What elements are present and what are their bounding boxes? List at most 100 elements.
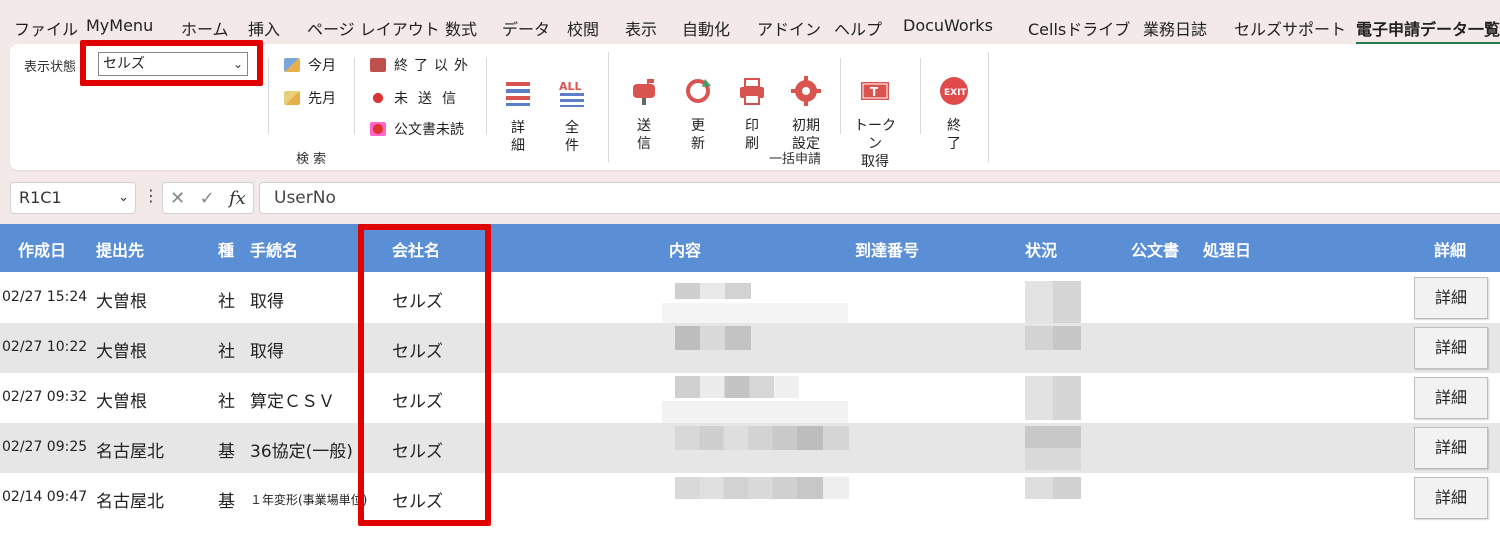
redacted-content <box>675 477 849 499</box>
menu-home[interactable]: ホーム <box>181 16 229 40</box>
redacted-status <box>1025 426 1081 470</box>
ribbon: 表示状態 セルズ ⌄ 今月 先月 終了以外 未送信 公文書未読 詳 細 ALL <box>10 40 1500 171</box>
settings-button[interactable]: 初期 設定 <box>782 58 830 153</box>
unsent-button[interactable]: 未送信 <box>370 88 466 108</box>
header-status: 状況 <box>1025 241 1058 260</box>
all-icon: ALL <box>559 80 584 107</box>
check-icon[interactable]: ✓ <box>200 188 215 209</box>
svg-text:T: T <box>870 85 879 99</box>
cell-procedure: １年変形(事業場単位) <box>250 493 368 507</box>
cancel-icon[interactable]: ✕ <box>170 188 185 209</box>
menu-cells-support[interactable]: セルズサポート <box>1234 16 1346 40</box>
all-button[interactable]: ALL 全 件 <box>548 60 596 155</box>
cell-date: 02/27 10:22 <box>2 339 88 355</box>
send-label: 送 信 <box>637 118 651 152</box>
last-month-button[interactable]: 先月 <box>284 88 336 108</box>
cell-destination: 大曽根 <box>96 292 147 312</box>
list-icon <box>506 82 530 106</box>
table-row[interactable]: 02/27 15:24 大曽根 社 取得 セルズ 詳細 <box>0 273 1500 323</box>
cell-procedure: 算定ＣＳＶ <box>250 392 335 412</box>
not-finished-label: 終了以外 <box>394 58 474 74</box>
redacted-content <box>675 376 799 398</box>
menu-cells-drive[interactable]: Cellsドライブ <box>1028 16 1130 40</box>
name-box[interactable]: R1C1 ⌄ <box>10 182 136 214</box>
redacted-status <box>1025 281 1081 323</box>
function-icon[interactable]: fx <box>229 188 246 209</box>
menu-data[interactable]: データ <box>502 16 550 40</box>
update-label: 更 新 <box>691 118 705 152</box>
cell-date: 02/27 15:24 <box>2 289 88 305</box>
all-label: 全 件 <box>565 120 579 154</box>
header-created-date: 作成日 <box>18 241 67 260</box>
exit-icon: EXIT <box>940 77 968 105</box>
chevron-down-icon: ⌄ <box>118 190 129 205</box>
redacted-status <box>1025 376 1081 420</box>
token-label: トークン 取得 <box>854 118 896 170</box>
cell-procedure: 取得 <box>250 342 284 362</box>
printer-icon <box>740 78 764 105</box>
header-procedure: 手続名 <box>250 241 299 260</box>
menu-work-diary[interactable]: 業務日誌 <box>1143 16 1207 40</box>
not-finished-button[interactable]: 終了以外 <box>370 55 474 75</box>
redacted-content <box>662 303 848 323</box>
table-header: 作成日 提出先 種 手続名 会社名 内容 到達番号 状況 公文書 処理日 詳細 <box>0 224 1500 272</box>
group-divider <box>988 52 989 162</box>
menu-formulas[interactable]: 数式 <box>445 16 477 40</box>
unread-official-button[interactable]: 公文書未読 <box>370 119 464 139</box>
menu-addins[interactable]: アドイン <box>757 16 821 40</box>
mailbox-icon <box>633 79 655 105</box>
print-button[interactable]: 印 刷 <box>728 58 776 153</box>
exit-button[interactable]: EXIT 終 了 <box>930 58 978 153</box>
menu-review[interactable]: 校閲 <box>567 16 599 40</box>
menu-view[interactable]: 表示 <box>625 16 657 40</box>
gear-icon <box>791 76 821 106</box>
detail-button[interactable]: 詳細 <box>1414 327 1488 369</box>
update-button[interactable]: 更 新 <box>674 58 722 153</box>
table-row[interactable]: 02/27 09:32 大曽根 社 算定ＣＳＶ セルズ 詳細 <box>0 373 1500 423</box>
menu-mymenu[interactable]: MyMenu <box>86 16 153 35</box>
menu-automate[interactable]: 自動化 <box>682 16 730 40</box>
more-icon[interactable]: ⋮ <box>143 186 159 205</box>
unread-official-label: 公文書未読 <box>394 122 464 138</box>
redacted-content <box>675 326 751 350</box>
divider <box>486 58 487 134</box>
ticket-icon: T <box>861 82 889 100</box>
status-label: 表示状態 <box>24 60 77 75</box>
token-button[interactable]: T トークン 取得 <box>848 58 902 171</box>
formula-input[interactable]: UserNo <box>259 182 1500 214</box>
detail-search-label: 詳 細 <box>511 120 525 154</box>
table-row[interactable]: 02/27 09:25 名古屋北 基 36協定(一般) セルズ 詳細 <box>0 423 1500 473</box>
menu-file[interactable]: ファイル <box>14 16 78 40</box>
detail-search-button[interactable]: 詳 細 <box>494 60 542 155</box>
menu-help[interactable]: ヘルプ <box>834 16 882 40</box>
detail-button[interactable]: 詳細 <box>1414 377 1488 419</box>
redacted-content <box>662 401 848 423</box>
menu-page-layout[interactable]: ページ レイアウト <box>307 16 440 40</box>
cell-destination: 大曽根 <box>96 342 147 362</box>
detail-button[interactable]: 詳細 <box>1414 427 1488 469</box>
menu-e-application-list[interactable]: 電子申請データ一覧 <box>1356 16 1500 45</box>
detail-button[interactable]: 詳細 <box>1414 277 1488 319</box>
header-destination: 提出先 <box>96 241 145 260</box>
send-button[interactable]: 送 信 <box>620 58 668 153</box>
unsent-icon <box>370 91 386 105</box>
group-divider <box>608 52 609 162</box>
table-row[interactable]: 02/27 10:22 大曽根 社 取得 セルズ 詳細 <box>0 323 1500 373</box>
highlight-box-status <box>80 40 263 86</box>
formula-actions: ✕ ✓ fx <box>162 182 254 214</box>
menu-docuworks[interactable]: DocuWorks <box>903 16 993 35</box>
this-month-button[interactable]: 今月 <box>284 55 336 75</box>
cell-date: 02/14 09:47 <box>2 489 88 505</box>
divider <box>354 58 355 134</box>
cell-destination: 大曽根 <box>96 392 147 412</box>
svg-text:ALL: ALL <box>559 80 582 93</box>
calendar-icon <box>284 91 300 105</box>
bulk-group-label: 一括申請 <box>769 152 822 167</box>
unsent-label: 未送信 <box>394 91 466 107</box>
menu-insert[interactable]: 挿入 <box>248 16 280 40</box>
detail-button[interactable]: 詳細 <box>1414 477 1488 519</box>
header-content: 内容 <box>669 241 702 260</box>
cell-date: 02/27 09:25 <box>2 439 88 455</box>
table-row[interactable]: 02/14 09:47 名古屋北 基 １年変形(事業場単位) セルズ 詳細 <box>0 473 1500 523</box>
header-processed-date: 処理日 <box>1203 241 1252 260</box>
